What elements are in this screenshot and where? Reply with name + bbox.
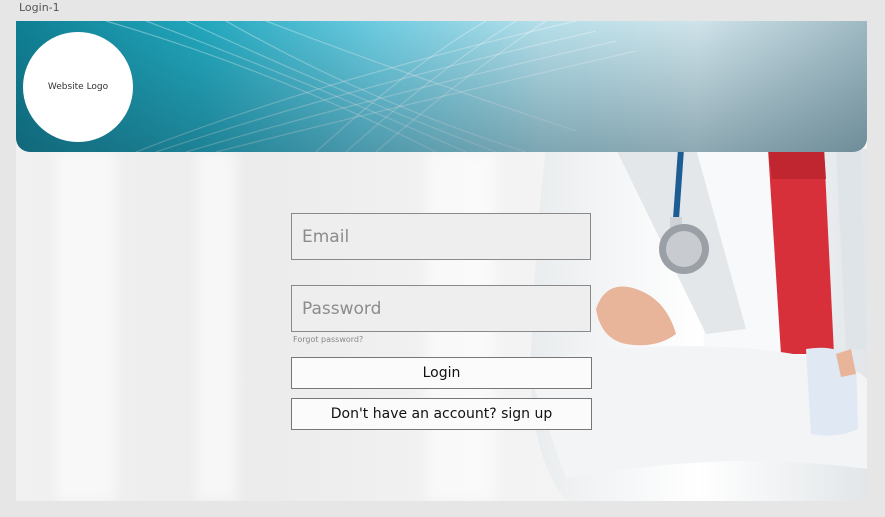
forgot-password-link[interactable]: Forgot password?	[293, 335, 363, 344]
login-button-label: Login	[422, 365, 461, 381]
password-input[interactable]: Password	[291, 285, 591, 332]
logo-text: Website Logo	[47, 82, 109, 92]
header-banner	[16, 21, 867, 152]
email-input[interactable]: Email	[291, 213, 591, 260]
email-placeholder: Email	[302, 226, 350, 247]
header-pattern	[105, 21, 637, 152]
background-blur	[56, 151, 116, 501]
website-logo[interactable]: Website Logo	[23, 32, 133, 142]
artboard-title: Login-1	[19, 1, 60, 14]
login-button[interactable]: Login	[291, 357, 592, 389]
signup-button-label: Don't have an account? sign up	[330, 406, 553, 422]
password-placeholder: Password	[302, 298, 382, 319]
login-page: Website Logo Email Password Forgot passw…	[16, 21, 867, 501]
signup-button[interactable]: Don't have an account? sign up	[291, 398, 592, 430]
background-blur	[196, 151, 236, 501]
